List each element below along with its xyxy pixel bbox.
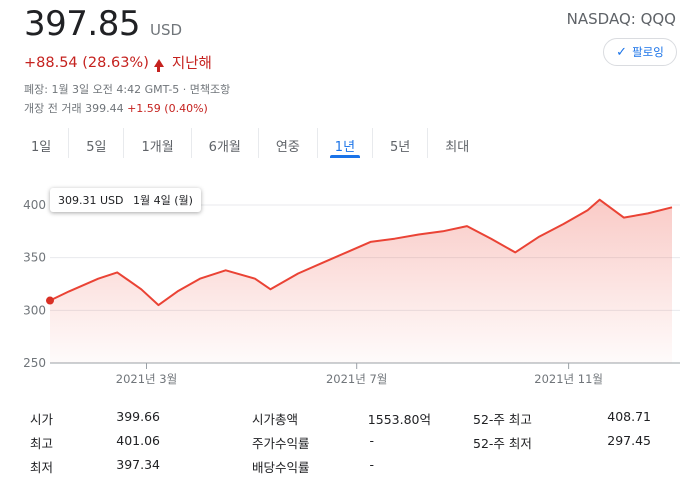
ticker-symbol[interactable]: NASDAQ: QQQ (567, 10, 676, 28)
stat-label: 52-주 최저 (473, 436, 532, 451)
premarket-info: 개장 전 거래 399.44 +1.59 (0.40%) (24, 100, 208, 116)
stat-value: 397.34 (116, 457, 160, 472)
stat-value: 408.71 (607, 409, 651, 424)
stat-label: 배당수익률 (252, 460, 310, 475)
x-tick-label: 2021년 3월 (116, 372, 177, 386)
stats-row: 시가 399.66 시가총액 1553.80억 52-주 최고 408.71 (0, 409, 693, 431)
y-axis-labels: 400 350 300 250 (23, 198, 46, 370)
check-icon: ✓ (616, 44, 628, 60)
stat-label: 주가수익률 (252, 436, 310, 451)
tab-1d[interactable]: 1일 (14, 128, 70, 158)
tab-ytd[interactable]: 연중 (259, 128, 318, 158)
stat-label: 52-주 최고 (473, 412, 532, 427)
stat-value: 399.66 (116, 409, 160, 424)
tab-6m[interactable]: 6개월 (192, 128, 259, 158)
stat-value: 1553.80억 (367, 412, 431, 427)
stat-value: - (369, 433, 374, 448)
range-tabs: 1일 5일 1개월 6개월 연중 1년 5년 최대 (14, 128, 486, 158)
change-value: +88.54 (28.63%) (24, 54, 149, 71)
stat-value: 297.45 (607, 433, 651, 448)
tab-1m[interactable]: 1개월 (124, 128, 192, 158)
y-tick-label: 300 (23, 303, 46, 317)
stat-label: 최저 (30, 460, 54, 475)
y-tick-label: 350 (23, 251, 46, 265)
tooltip-date: 1월 4일 (월) (133, 194, 193, 207)
tab-5d[interactable]: 5일 (69, 128, 125, 158)
x-tick-label: 2021년 11월 (534, 372, 603, 386)
change-period: 지난해 (171, 56, 212, 72)
tab-1y[interactable]: 1년 (318, 128, 374, 158)
stat-value: 401.06 (116, 433, 160, 448)
x-tick-label: 2021년 7월 (326, 372, 387, 386)
chart-tooltip: 309.31 USD 1월 4일 (월) (50, 188, 201, 212)
stats-row: 최저 397.34 배당수익률 - (0, 457, 693, 479)
price-area (50, 199, 672, 363)
price-header: 397.85 USD (24, 4, 182, 44)
tooltip-value: 309.31 USD (58, 194, 124, 207)
stat-label: 시가 (30, 412, 54, 427)
current-price: 397.85 (24, 4, 140, 44)
tab-5y[interactable]: 5년 (373, 128, 429, 158)
currency-label: USD (149, 21, 183, 39)
arrow-up-icon (153, 58, 164, 72)
price-change: +88.54 (28.63%) 지난해 (24, 52, 212, 73)
stat-value: - (369, 457, 374, 472)
stats-row: 최고 401.06 주가수익률 - 52-주 최저 297.45 (0, 433, 693, 455)
premarket-change: +1.59 (0.40%) (127, 102, 208, 115)
premarket-label: 개장 전 거래 399.44 (24, 102, 124, 115)
x-axis-labels: 2021년 3월 2021년 7월 2021년 11월 (116, 363, 603, 386)
tab-max[interactable]: 최대 (428, 128, 486, 158)
y-tick-label: 400 (23, 198, 46, 212)
follow-button[interactable]: ✓ 팔로잉 (603, 38, 677, 66)
stat-label: 시가총액 (252, 412, 299, 427)
follow-button-label: 팔로잉 (632, 45, 664, 59)
y-tick-label: 250 (23, 356, 46, 370)
stat-label: 최고 (30, 436, 54, 451)
close-info: 폐장: 1월 3일 오전 4:42 GMT-5 · 면책조항 (24, 83, 231, 96)
start-point (46, 296, 54, 305)
